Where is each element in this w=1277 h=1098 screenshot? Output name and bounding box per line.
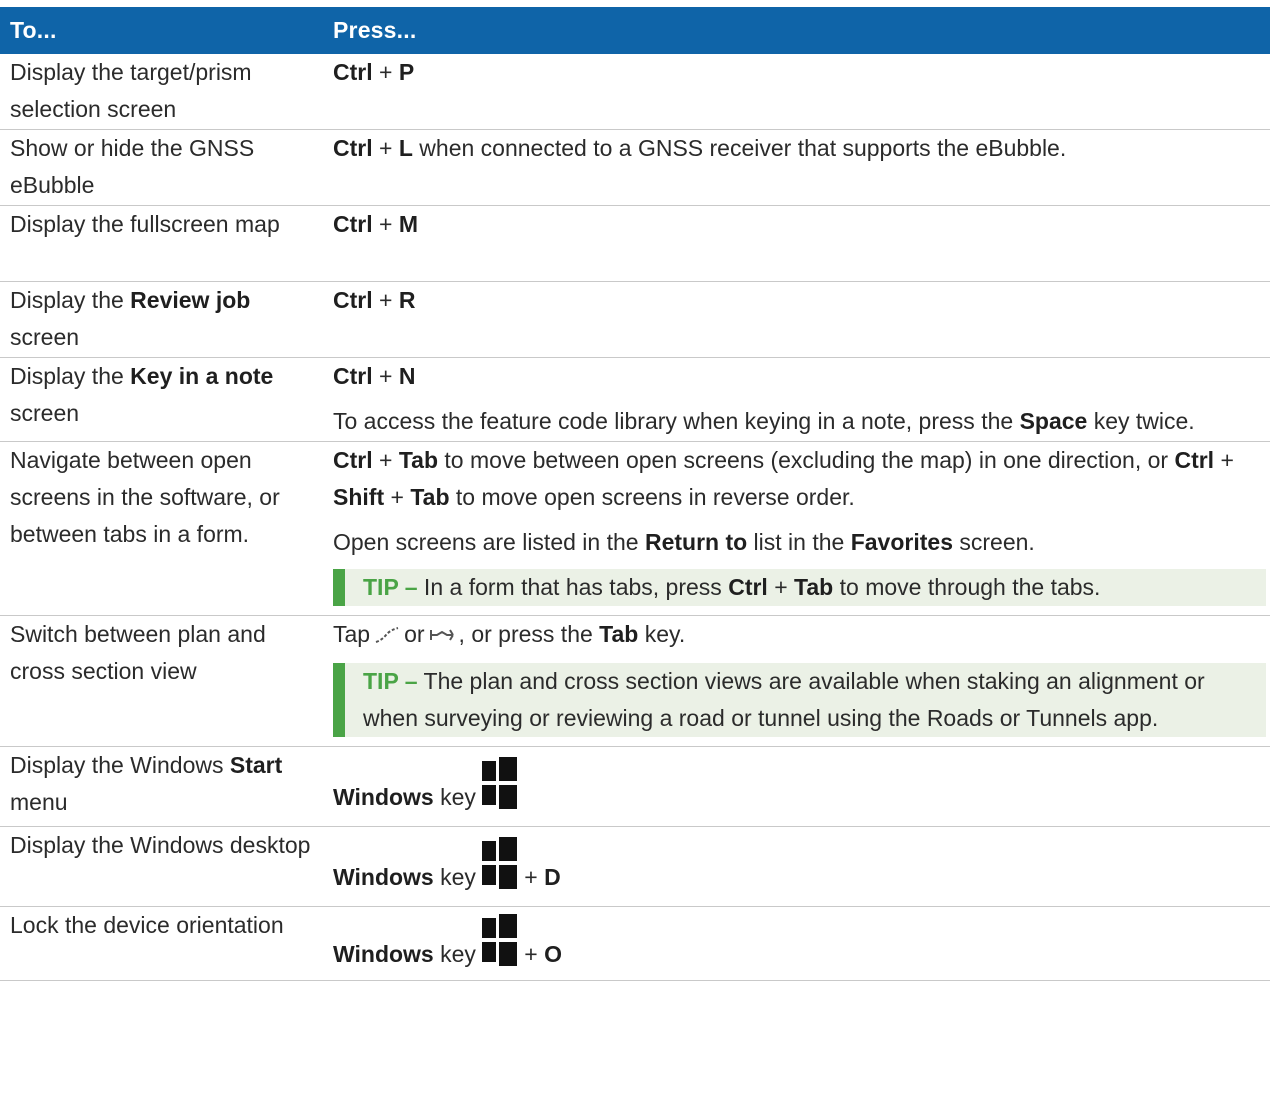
shortcut-cell: Tap or, or press the Tab key. TIP – The p…: [325, 615, 1270, 747]
key: Ctrl: [728, 574, 768, 600]
shortcut-cell: Ctrl + Tab to move between open screens …: [325, 441, 1270, 616]
shortcut-cell: Windows key + O: [325, 906, 1270, 981]
action-text: Display the: [10, 287, 131, 313]
screen-name: Start: [229, 752, 283, 778]
key: Ctrl: [1174, 447, 1215, 473]
windows-icon: [481, 913, 517, 966]
key: O: [544, 940, 563, 967]
screen-name: Return to: [644, 529, 748, 555]
windows-icon: [481, 836, 517, 889]
action-cell: Display the Review job screen: [0, 281, 325, 358]
key: Tab: [794, 574, 834, 600]
tip-box: TIP – In a form that has tabs, press Ctr…: [333, 569, 1266, 606]
screen-name: Review job: [130, 287, 251, 313]
action-cell: Lock the device orientation: [0, 906, 325, 981]
key: Ctrl: [333, 287, 373, 313]
key: Tab: [398, 447, 439, 473]
plan-view-icon[interactable]: [374, 618, 400, 655]
key: Ctrl: [333, 447, 373, 473]
plus-text: +: [372, 59, 399, 85]
plus-text: +: [372, 211, 399, 237]
windows-icon: [481, 756, 517, 809]
action-cell: Display the Windows Start menu: [0, 746, 325, 827]
key: Tab: [599, 621, 639, 647]
action-cell: Navigate between open screens in the sof…: [0, 441, 325, 616]
shortcut-cell: Windows key + D: [325, 826, 1270, 907]
shortcut-cell: Ctrl + R: [325, 281, 1270, 358]
action-cell: Display the target/prism selection scree…: [0, 54, 325, 130]
tip-label: TIP –: [363, 574, 418, 600]
shortcut-cell: Ctrl + P: [325, 54, 1270, 130]
action-text: screen: [10, 324, 80, 350]
shortcut-cell: Ctrl + M: [325, 205, 1270, 282]
action-text: Display the: [10, 363, 131, 389]
key: Shift: [333, 484, 385, 510]
header-press: Press...: [325, 7, 1270, 54]
table-row: Display the Windows Start menu Windows k…: [0, 746, 1270, 827]
table-row: Show or hide the GNSS eBubble Ctrl + L w…: [0, 129, 1270, 206]
tip-label: TIP –: [363, 668, 418, 694]
shortcut-note: To access the feature code library when …: [333, 408, 1195, 434]
action-cell: Display the Windows desktop: [0, 826, 325, 907]
header-to: To...: [0, 7, 325, 54]
shortcut-cell: Ctrl + N To access the feature code libr…: [325, 357, 1270, 442]
table-row: Display the Review job screen Ctrl + R: [0, 281, 1270, 358]
cross-section-icon[interactable]: [429, 618, 455, 655]
shortcut-cell: Windows key: [325, 746, 1270, 827]
key: Ctrl: [333, 135, 373, 161]
plus-text: +: [372, 363, 399, 389]
action-cell: Display the fullscreen map: [0, 205, 325, 282]
key: Ctrl: [333, 59, 373, 85]
table-row: Switch between plan and cross section vi…: [0, 615, 1270, 747]
plus-text: +: [372, 287, 399, 313]
table-row: Display the target/prism selection scree…: [0, 54, 1270, 130]
screen-name: Key in a note: [130, 363, 274, 389]
table-row: Display the Key in a note screen Ctrl + …: [0, 357, 1270, 442]
shortcuts-table: To... Press... Display the target/prism …: [0, 7, 1270, 981]
action-cell: Show or hide the GNSS eBubble: [0, 129, 325, 206]
key: Windows: [333, 783, 434, 810]
key: Windows: [333, 863, 434, 890]
action-text: screen: [10, 400, 80, 426]
tip-box: TIP – The plan and cross section views a…: [333, 663, 1266, 737]
table-row: Display the Windows desktop Windows key …: [0, 826, 1270, 907]
key: P: [398, 59, 415, 85]
action-cell: Display the Key in a note screen: [0, 357, 325, 442]
key: M: [398, 211, 419, 237]
shortcut-note: when connected to a GNSS receiver that s…: [412, 135, 1067, 161]
table-header-row: To... Press...: [0, 7, 1270, 54]
table-row: Display the fullscreen map Ctrl + M: [0, 205, 1270, 282]
table-row: Navigate between open screens in the sof…: [0, 441, 1270, 616]
key: Windows: [333, 940, 434, 967]
key: Tab: [410, 484, 450, 510]
key: L: [398, 135, 413, 161]
key: Ctrl: [333, 211, 373, 237]
key: D: [544, 863, 561, 890]
key: Ctrl: [333, 363, 373, 389]
key: R: [398, 287, 416, 313]
shortcut-cell: Ctrl + L when connected to a GNSS receiv…: [325, 129, 1270, 206]
plus-text: +: [372, 135, 399, 161]
key: Space: [1019, 408, 1088, 434]
key: N: [398, 363, 416, 389]
action-cell: Switch between plan and cross section vi…: [0, 615, 325, 747]
screen-name: Favorites: [850, 529, 953, 555]
table-row: Lock the device orientation Windows key …: [0, 906, 1270, 981]
